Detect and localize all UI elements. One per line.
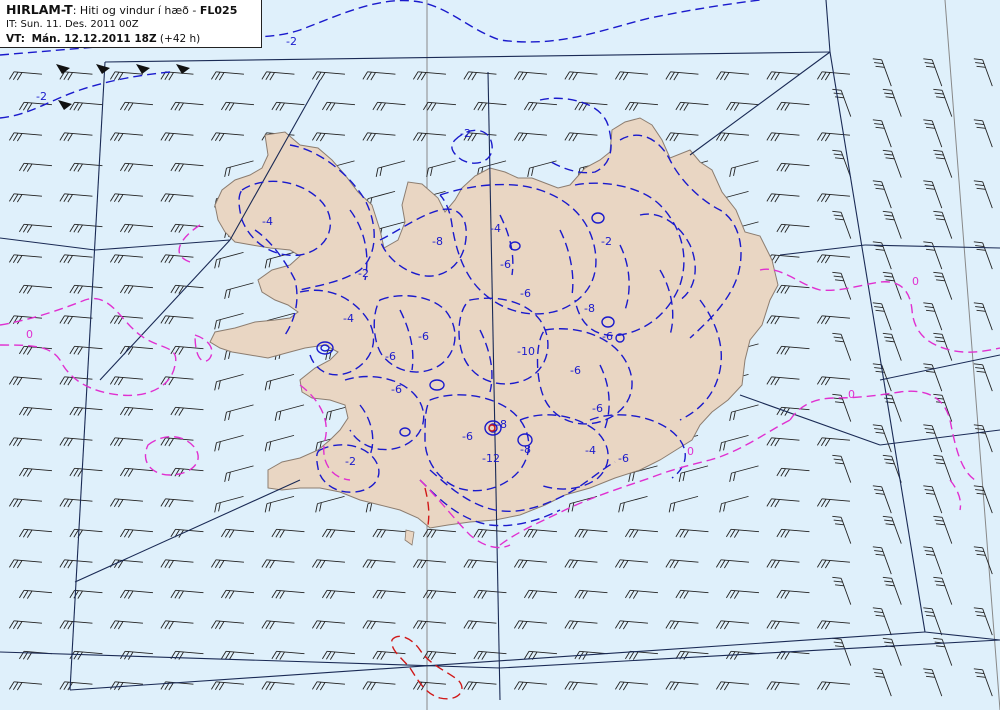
weather-map: -2-2-2-4-2-4-8-6-4-6-2-8-6-10-6-8-6-4-6-… — [0, 0, 1000, 710]
contour-label: -2 — [36, 90, 47, 103]
contour-label: -10 — [517, 345, 535, 358]
it-label: IT: — [6, 19, 18, 30]
contour-label: 0 — [848, 388, 855, 401]
contour-label: -4 — [585, 444, 596, 457]
contour-label: -2 — [358, 267, 369, 280]
title-line: HIRLAM-T: Hiti og vindur í hæð - FL025 — [6, 3, 255, 18]
contour-label: -6 — [592, 402, 603, 415]
contour-label: -4 — [490, 222, 501, 235]
contour-label: -2 — [601, 235, 612, 248]
contour-label: -12 — [482, 452, 500, 465]
contour-label: -2 — [345, 455, 356, 468]
contour-label: 0 — [687, 445, 694, 458]
contour-label: -6 — [618, 452, 629, 465]
contour-label: 0 — [912, 275, 919, 288]
contour-label: -6 — [385, 350, 396, 363]
contour-label: -6 — [462, 430, 473, 443]
contour-label: -8 — [520, 443, 531, 456]
title-colon: : — [72, 4, 77, 17]
initial-time-line: IT: Sun. 11. Des. 2011 00Z — [6, 18, 255, 32]
contour-label: 0 — [26, 328, 33, 341]
contour-label: -4 — [262, 215, 273, 228]
valid-time-line: VT: Mán. 12.12.2011 18Z (+42 h) — [6, 32, 255, 46]
it-value: Sun. 11. Des. 2011 00Z — [20, 19, 139, 30]
map-info-box: HIRLAM-T: Hiti og vindur í hæð - FL025 I… — [0, 0, 262, 48]
contour-label: -8 — [496, 418, 507, 431]
contour-label: -6 — [602, 330, 613, 343]
contour-label: -2 — [286, 35, 297, 48]
contour-label: -6 — [570, 364, 581, 377]
model-name: HIRLAM-T — [6, 2, 73, 17]
contour-label: -6 — [500, 258, 511, 271]
vt-label: VT: — [6, 33, 25, 45]
contour-label: -4 — [343, 312, 354, 325]
contour-label: -8 — [584, 302, 595, 315]
vt-offset: (+42 h) — [159, 33, 201, 45]
contour-label: -6 — [418, 330, 429, 343]
contour-label: -2 — [460, 127, 471, 140]
title-subtitle: Hiti og vindur í hæð - — [79, 4, 197, 17]
vt-value: Mán. 12.12.2011 18Z — [31, 33, 157, 45]
contour-label: -6 — [391, 383, 402, 396]
contour-label: -8 — [432, 235, 443, 248]
contour-label: -6 — [520, 287, 531, 300]
flight-level: FL025 — [199, 4, 238, 17]
